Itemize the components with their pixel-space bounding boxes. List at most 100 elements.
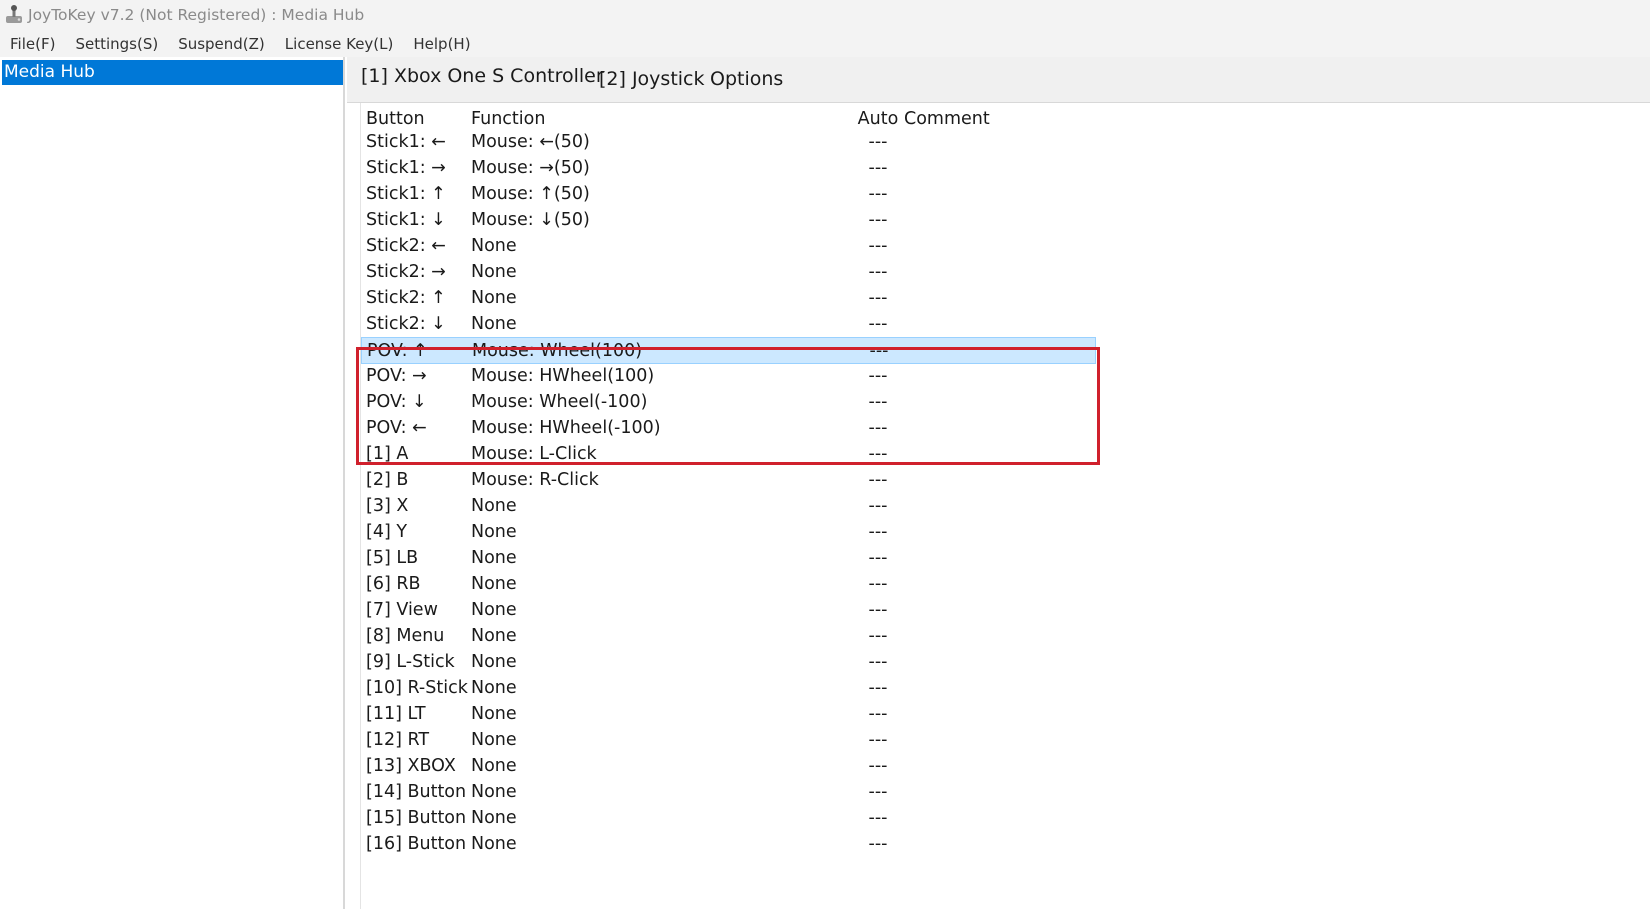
table-row[interactable]: [3] X None --- (361, 493, 1096, 520)
cell-function: None (471, 522, 517, 542)
table-row[interactable]: [7] View None --- (361, 597, 1096, 624)
cell-button: Stick1: ← (366, 132, 446, 152)
cell-button: [6] RB (366, 574, 421, 594)
cell-function: Mouse: L-Click (471, 444, 597, 464)
table-row[interactable]: [2] B Mouse: R-Click --- (361, 467, 1096, 494)
cell-auto: --- (868, 470, 888, 490)
cell-auto: --- (868, 392, 888, 412)
table-row[interactable]: [16] Button None --- (361, 831, 1096, 858)
table-row[interactable]: [12] RT None --- (361, 727, 1096, 754)
cell-button: [8] Menu (366, 626, 445, 646)
cell-function: None (471, 574, 517, 594)
cell-function: None (471, 704, 517, 724)
cell-auto: --- (868, 522, 888, 542)
profile-item-media-hub[interactable]: Media Hub (2, 60, 343, 85)
table-row[interactable]: POV: ↑ Mouse: Wheel(100) --- (361, 337, 1096, 364)
cell-function: None (471, 548, 517, 568)
tab-options[interactable]: Options (710, 68, 783, 90)
tab-xbox-one-s-controller[interactable]: [1] Xbox One S Controller (361, 65, 604, 87)
table-row[interactable]: [11] LT None --- (361, 701, 1096, 728)
cell-function: Mouse: R-Click (471, 470, 599, 490)
cell-button: POV: ← (366, 418, 427, 438)
table-row[interactable]: Stick2: ← None --- (361, 233, 1096, 260)
table-row[interactable]: [14] Button None --- (361, 779, 1096, 806)
cell-auto: --- (868, 418, 888, 438)
cell-auto: --- (868, 158, 888, 178)
table-row[interactable]: Stick1: ← Mouse: ←(50) --- (361, 129, 1096, 156)
cell-auto: --- (868, 366, 888, 386)
cell-button: Stick1: ↓ (366, 210, 446, 230)
cell-auto: --- (868, 262, 888, 282)
cell-button: [5] LB (366, 548, 419, 568)
cell-function: Mouse: HWheel(100) (471, 366, 655, 386)
table-row[interactable]: POV: ↓ Mouse: Wheel(-100) --- (361, 389, 1096, 416)
cell-function: Mouse: ↑(50) (471, 184, 590, 204)
cell-auto: --- (868, 184, 888, 204)
cell-button: [1] A (366, 444, 409, 464)
table-row[interactable]: Stick1: ↑ Mouse: ↑(50) --- (361, 181, 1096, 208)
cell-auto: --- (868, 210, 888, 230)
table-row[interactable]: Stick2: → None --- (361, 259, 1096, 286)
table-row[interactable]: [9] L-Stick None --- (361, 649, 1096, 676)
table-row[interactable]: Stick2: ↓ None --- (361, 311, 1096, 338)
cell-auto: --- (868, 132, 888, 152)
cell-auto: --- (868, 288, 888, 308)
joystick-icon (3, 4, 25, 26)
cell-button: POV: → (366, 366, 427, 386)
table-row[interactable]: POV: → Mouse: HWheel(100) --- (361, 363, 1096, 390)
cell-function: None (471, 262, 517, 282)
menu-file[interactable]: File(F) (10, 35, 55, 53)
cell-function: Mouse: ←(50) (471, 132, 590, 152)
cell-button: [16] Button (366, 834, 467, 854)
cell-function: Mouse: Wheel(-100) (471, 392, 648, 412)
table-row[interactable]: Stick1: ↓ Mouse: ↓(50) --- (361, 207, 1096, 234)
menu-help[interactable]: Help(H) (413, 35, 470, 53)
table-row[interactable]: Stick1: → Mouse: →(50) --- (361, 155, 1096, 182)
cell-button: Stick2: ↓ (366, 314, 446, 334)
cell-button: [3] X (366, 496, 409, 516)
cell-function: None (471, 678, 517, 698)
menu-settings[interactable]: Settings(S) (75, 35, 158, 53)
table-row[interactable]: [15] Button None --- (361, 805, 1096, 832)
cell-function: None (471, 600, 517, 620)
table-row[interactable]: [6] RB None --- (361, 571, 1096, 598)
menu-license-key[interactable]: License Key(L) (285, 35, 394, 53)
cell-button: [9] L-Stick (366, 652, 455, 672)
cell-auto: --- (868, 704, 888, 724)
table-row[interactable]: [10] R-Stick None --- (361, 675, 1096, 702)
cell-function: None (471, 834, 517, 854)
cell-function: Mouse: HWheel(-100) (471, 418, 661, 438)
cell-auto: --- (868, 496, 888, 516)
cell-button: [15] Button (366, 808, 467, 828)
cell-function: None (471, 236, 517, 256)
table-row[interactable]: POV: ← Mouse: HWheel(-100) --- (361, 415, 1096, 442)
cell-button: Stick1: ↑ (366, 184, 446, 204)
cell-button: Stick2: ↑ (366, 288, 446, 308)
cell-function: None (471, 626, 517, 646)
cell-auto: --- (868, 678, 888, 698)
window-title: JoyToKey v7.2 (Not Registered) : Media H… (28, 6, 365, 24)
table-row[interactable]: Stick2: ↑ None --- (361, 285, 1096, 312)
cell-auto: --- (868, 600, 888, 620)
cell-button: [4] Y (366, 522, 408, 542)
profile-list: Media Hub (0, 57, 345, 909)
table-row[interactable]: [8] Menu None --- (361, 623, 1096, 650)
cell-button: POV: ↓ (366, 392, 427, 412)
menu-bar: File(F) Settings(S) Suspend(Z) License K… (0, 30, 1650, 57)
cell-button: POV: ↑ (367, 341, 428, 361)
table-row[interactable]: [5] LB None --- (361, 545, 1096, 572)
cell-auto: --- (868, 236, 888, 256)
cell-function: None (471, 782, 517, 802)
cell-button: [10] R-Stick (366, 678, 468, 698)
cell-auto: --- (868, 652, 888, 672)
table-row[interactable]: [1] A Mouse: L-Click --- (361, 441, 1096, 468)
tab-joystick[interactable]: [2] Joystick (599, 68, 705, 90)
cell-button: Stick2: ← (366, 236, 446, 256)
cell-button: [13] XBOX (366, 756, 456, 776)
cell-function: None (471, 730, 517, 750)
table-row[interactable]: [4] Y None --- (361, 519, 1096, 546)
cell-auto: --- (868, 782, 888, 802)
menu-suspend[interactable]: Suspend(Z) (178, 35, 265, 53)
table-row[interactable]: [13] XBOX None --- (361, 753, 1096, 780)
cell-function: None (471, 288, 517, 308)
